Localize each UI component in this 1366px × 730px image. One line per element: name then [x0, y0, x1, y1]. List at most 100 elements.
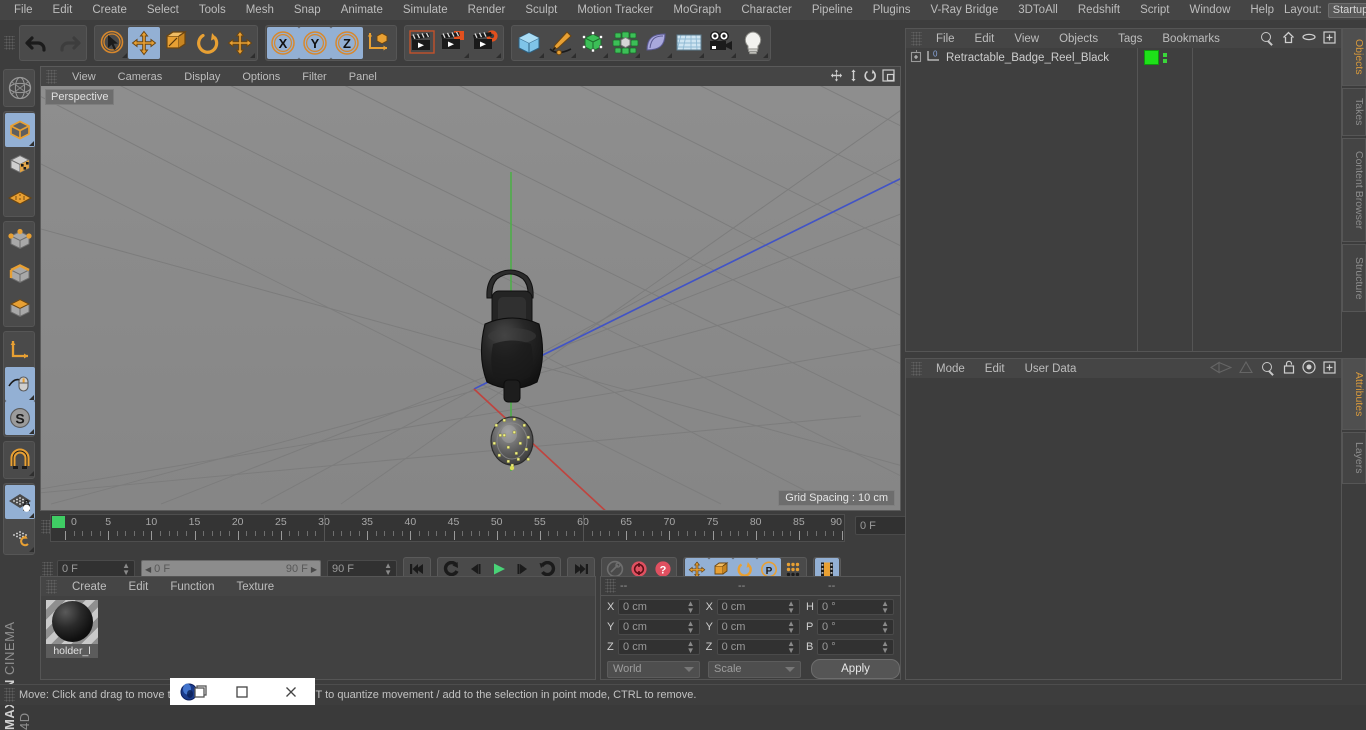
attribute-menu-grip[interactable]	[911, 361, 922, 376]
render-settings-button[interactable]	[470, 27, 502, 59]
viewport-menu-options[interactable]: Options	[231, 70, 291, 84]
menu-item-edit[interactable]: Edit	[43, 3, 83, 17]
side-tab-attributes[interactable]: Attributes	[1342, 358, 1366, 430]
new-panel-icon[interactable]	[1323, 360, 1336, 377]
menu-item-mesh[interactable]: Mesh	[236, 3, 284, 17]
material-menu-edit[interactable]: Edit	[118, 580, 160, 594]
spinner-icon[interactable]: ▲▼	[687, 619, 695, 634]
timeline-ruler[interactable]: 051015202530354045505560657075808590	[50, 514, 845, 542]
spinner-icon[interactable]: ▲▼	[787, 639, 795, 654]
attribute-menu-user-data[interactable]: User Data	[1015, 362, 1087, 376]
menu-item-plugins[interactable]: Plugins	[863, 3, 921, 17]
spinner-icon[interactable]: ▲▼	[687, 599, 695, 614]
menu-item-file[interactable]: File	[4, 3, 43, 17]
menu-item-script[interactable]: Script	[1130, 3, 1179, 17]
spinner-icon[interactable]: ▲▼	[787, 599, 795, 614]
scale-tool-button[interactable]	[160, 27, 192, 59]
add-nurbs-button[interactable]	[577, 27, 609, 59]
spinner-icon[interactable]: ▲▼	[881, 599, 889, 614]
status-grip[interactable]	[4, 688, 15, 702]
polygon-mode-button[interactable]	[5, 291, 35, 325]
maximize-view-icon[interactable]	[882, 68, 895, 85]
range-left-arrow-icon[interactable]: ◀	[145, 565, 151, 574]
live-selection-tool-button[interactable]	[96, 27, 128, 59]
home-icon[interactable]	[1282, 31, 1295, 47]
make-editable-button[interactable]	[5, 71, 35, 105]
spinner-icon[interactable]: ▲▼	[787, 619, 795, 634]
add-deformer-button[interactable]	[641, 27, 673, 59]
object-menu-file[interactable]: File	[926, 32, 965, 46]
menu-item-select[interactable]: Select	[137, 3, 189, 17]
material-menu-create[interactable]: Create	[61, 580, 118, 594]
coord-rot-h-input[interactable]: 0 ° ▲ ▼	[817, 598, 895, 615]
coord-pos-x-input[interactable]: 0 cm ▲ ▼	[618, 598, 700, 615]
coordinate-mode-dropdown[interactable]: Scale	[708, 660, 802, 678]
side-tab-layers[interactable]: Layers	[1342, 432, 1366, 484]
side-tab-content-browser[interactable]: Content Browser	[1342, 138, 1366, 242]
coordinate-space-dropdown[interactable]: World	[607, 660, 701, 678]
render-region-button[interactable]	[438, 27, 470, 59]
spinner-icon[interactable]: ▲▼	[881, 639, 889, 654]
undo-button[interactable]	[21, 27, 53, 59]
viewport-menu-view[interactable]: View	[61, 70, 107, 84]
menu-item-render[interactable]: Render	[458, 3, 516, 17]
spinner-icon[interactable]: ▲▼	[122, 562, 130, 577]
coord-rot-p-input[interactable]: 0 ° ▲ ▼	[817, 618, 895, 635]
object-material-tag[interactable]	[1144, 50, 1159, 65]
viewport-menu-cameras[interactable]: Cameras	[107, 70, 174, 84]
object-menu-grip[interactable]	[911, 31, 922, 46]
expand-collapse-icon[interactable]	[910, 49, 923, 66]
menu-item-snap[interactable]: Snap	[284, 3, 331, 17]
menu-item-help[interactable]: Help	[1240, 3, 1284, 17]
menu-item-pipeline[interactable]: Pipeline	[802, 3, 863, 17]
rotate-tool-button[interactable]	[192, 27, 224, 59]
menu-item-redshift[interactable]: Redshift	[1068, 3, 1130, 17]
object-tree[interactable]: 0 Retractable_Badge_Reel_Black	[906, 48, 1341, 351]
move-tool-duplicate-button[interactable]	[224, 27, 256, 59]
app-icon[interactable]	[170, 678, 218, 705]
redo-button[interactable]	[53, 27, 85, 59]
viewport-menu-panel[interactable]: Panel	[338, 70, 388, 84]
coord-rot-b-input[interactable]: 0 ° ▲ ▼	[817, 638, 895, 655]
menu-item-vray-bridge[interactable]: V-Ray Bridge	[920, 3, 1008, 17]
viewport-menu-grip[interactable]	[46, 69, 57, 84]
material-menu-grip[interactable]	[46, 579, 57, 594]
side-tab-takes[interactable]: Takes	[1342, 88, 1366, 136]
playback-grip[interactable]	[42, 562, 53, 576]
object-menu-objects[interactable]: Objects	[1049, 32, 1108, 46]
attribute-menu-edit[interactable]: Edit	[975, 362, 1015, 376]
object-tree-row[interactable]: 0 Retractable_Badge_Reel_Black	[906, 48, 1341, 67]
coord-pos-z-input[interactable]: 0 cm ▲ ▼	[618, 638, 700, 655]
viewport-menu-filter[interactable]: Filter	[291, 70, 337, 84]
reset-workplane-button[interactable]	[5, 519, 35, 553]
zoom-view-icon[interactable]	[848, 69, 859, 85]
add-mograph-button[interactable]	[609, 27, 641, 59]
add-camera-button[interactable]	[705, 27, 737, 59]
menu-item-tools[interactable]: Tools	[189, 3, 236, 17]
enable-axis-button[interactable]	[5, 333, 35, 367]
texture-mode-button[interactable]	[5, 147, 35, 181]
edge-mode-button[interactable]	[5, 257, 35, 291]
spinner-icon[interactable]: ▲▼	[881, 619, 889, 634]
apply-button[interactable]: Apply	[811, 659, 901, 679]
object-menu-view[interactable]: View	[1004, 32, 1049, 46]
side-tab-objects[interactable]: Objects	[1342, 28, 1366, 86]
menu-item-sculpt[interactable]: Sculpt	[515, 3, 567, 17]
menu-item-3dtoall[interactable]: 3DToAll	[1008, 3, 1068, 17]
new-panel-icon[interactable]	[1323, 30, 1336, 47]
target-icon[interactable]	[1302, 360, 1316, 377]
lock-icon[interactable]	[1283, 360, 1295, 377]
menu-item-motion-tracker[interactable]: Motion Tracker	[567, 3, 663, 17]
object-menu-tags[interactable]: Tags	[1108, 32, 1152, 46]
search-icon[interactable]	[1259, 31, 1275, 47]
add-cube-button[interactable]	[513, 27, 545, 59]
lock-workplane-button[interactable]: ⬤	[5, 485, 35, 519]
material-item[interactable]: holder_l	[46, 600, 98, 658]
snap-settings-button[interactable]: S	[5, 401, 35, 435]
material-menu-texture[interactable]: Texture	[225, 580, 285, 594]
layout-dropdown[interactable]: Startup	[1327, 2, 1366, 18]
menu-item-simulate[interactable]: Simulate	[393, 3, 458, 17]
material-list[interactable]: holder_l	[41, 596, 595, 679]
add-environment-button[interactable]	[673, 27, 705, 59]
coord-size-x-input[interactable]: 0 cm ▲ ▼	[716, 598, 801, 615]
